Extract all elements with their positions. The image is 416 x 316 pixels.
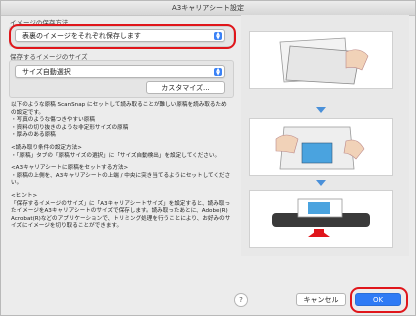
help-button[interactable]: ?	[234, 293, 248, 307]
read-settings-heading: <読み取り条件の設定方法>	[11, 144, 82, 151]
image-size-popup[interactable]: サイズ自動選択 ▲ ▼	[15, 65, 225, 78]
title-bar: A3キャリアシート設定	[1, 1, 415, 16]
insert-document-icon	[275, 126, 365, 170]
dialog-window: A3キャリアシート設定 イメージの保存方法 表裏のイメージをそれぞれ保存します …	[0, 0, 416, 316]
set-doc-heading: <A3キャリアシートに原稿をセットする方法>	[11, 165, 129, 172]
hint-text: 「保存するイメージのサイズ」に「A3キャリアシートサイズ」を設定すると、読み取っ…	[11, 200, 231, 230]
preview-area	[241, 15, 409, 256]
description-text: 以下のような原稿 ScanSnap にセットして読み取ることが難しい原稿を読み取…	[11, 102, 231, 231]
description-intro: 以下のような原稿 ScanSnap にセットして読み取ることが難しい原稿を読み取…	[11, 102, 227, 116]
hint-heading: <ヒント>	[11, 192, 38, 199]
image-size-value: サイズ自動選択	[22, 68, 71, 76]
description-item: ・厚みのある原稿	[11, 132, 56, 139]
customize-button[interactable]: カスタマイズ...	[146, 81, 225, 94]
popup-arrows-icon: ▲ ▼	[214, 68, 222, 77]
ok-highlight	[350, 287, 408, 313]
down-arrow-icon	[316, 180, 326, 186]
carrier-sheet-illustration	[249, 31, 393, 89]
scanner-illustration	[249, 190, 393, 248]
cancel-button[interactable]: キャンセル	[296, 293, 346, 306]
scanner-icon	[272, 198, 370, 237]
set-doc-text: ・原稿の上側を、A3キャリアシートの上端 / 中央に突き当てるようにセットしてく…	[11, 172, 231, 187]
open-carrier-sheet-icon	[279, 37, 369, 85]
description-item: ・写真のような傷つきやすい原稿	[11, 117, 95, 124]
insert-document-illustration	[249, 118, 393, 176]
down-arrow-icon	[316, 107, 326, 113]
save-method-highlight	[9, 24, 236, 49]
window-title: A3キャリアシート設定	[172, 4, 244, 12]
read-settings-text: ・「原稿」タブの「原稿サイズの選択」に「サイズ自動検出」を設定してください。	[11, 152, 221, 159]
